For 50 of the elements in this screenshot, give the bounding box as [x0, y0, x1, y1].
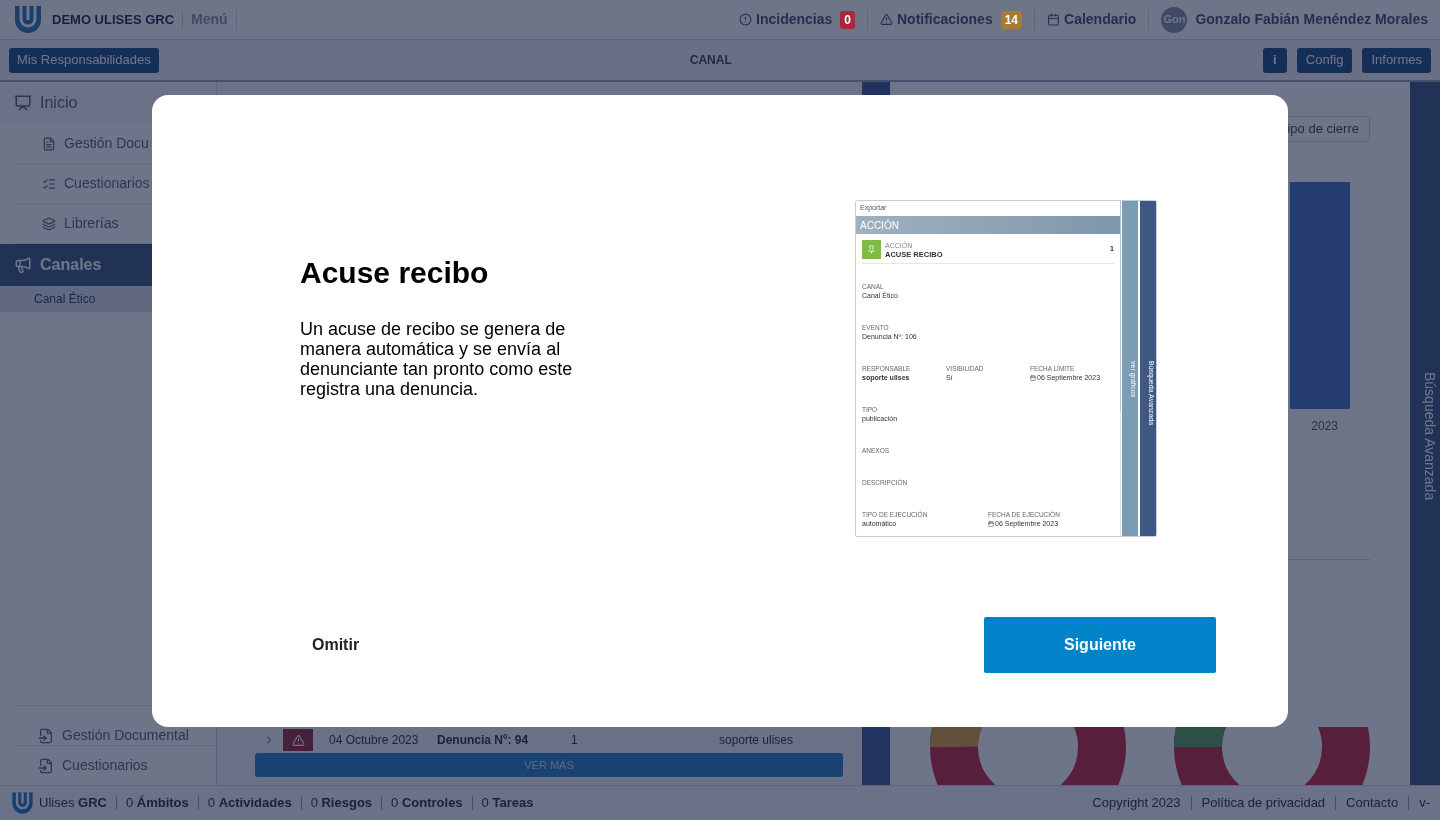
pin-icon: [867, 245, 876, 254]
logo-icon: [12, 3, 44, 36]
logo-icon: [10, 790, 35, 816]
table-cell-text: 1: [571, 732, 579, 749]
layers-icon: [42, 216, 56, 231]
footer-brand: Ulises GRC: [39, 794, 107, 813]
footer-counter[interactable]: 0 Controles: [391, 793, 463, 813]
header-link[interactable]: Calendario: [1047, 9, 1137, 30]
footer-link[interactable]: v-: [1419, 793, 1430, 813]
footer-link[interactable]: Política de privacidad: [1201, 793, 1326, 813]
warning-icon: [291, 733, 305, 747]
responsibilities-button[interactable]: Mis Responsabilidades: [9, 47, 159, 73]
header-link[interactable]: Notificaciones: [880, 9, 993, 30]
dialog-text: Un acuse de recibo se genera de manera automática y se envía al denunciante tan pronto como este registra una denuncia.: [300, 319, 574, 399]
table-cell-text: 04 Octubre 2023: [329, 732, 420, 749]
bar-label: 2023: [1311, 418, 1338, 435]
info-icon: [739, 13, 753, 26]
footer-link[interactable]: Copyright 2023: [1092, 793, 1181, 813]
page-title: CANAL: [688, 52, 733, 69]
info-button[interactable]: i: [1262, 47, 1287, 73]
calendar-icon: [1030, 374, 1036, 381]
brand-name: DEMO ULISES GRC: [52, 10, 175, 29]
section-header: ACCIÓN: [856, 216, 1120, 234]
toolbar-button[interactable]: Config: [1296, 47, 1353, 73]
see-more-button[interactable]: VER MÁS: [255, 753, 843, 777]
document-icon: [38, 727, 54, 744]
table-cell-text: soporte ulises: [719, 732, 794, 749]
advanced-search-tab[interactable]: Búsqueda Avanzada: [1410, 82, 1440, 785]
calendar-icon: [1047, 13, 1061, 26]
dialog-title: Acuse recibo: [300, 255, 490, 291]
footer-counter[interactable]: 0 Riesgos: [310, 793, 373, 813]
document-icon: [38, 757, 54, 774]
header-link[interactable]: Incidencias: [739, 9, 833, 30]
user-name[interactable]: Gonzalo Fabián Menéndez Morales: [1195, 9, 1428, 30]
footer-counter[interactable]: 0 Tareas: [481, 793, 534, 813]
count-badge: 14: [1000, 10, 1023, 29]
footer-counter[interactable]: 0 Actividades: [207, 793, 292, 813]
skip-button[interactable]: Omitir: [312, 627, 360, 663]
toolbar-button[interactable]: Informes: [1362, 47, 1431, 73]
presentation-icon: [14, 94, 32, 112]
document-icon: [42, 136, 56, 151]
calendar-icon: [988, 520, 994, 527]
footer-counter[interactable]: 0 Ámbitos: [125, 793, 189, 813]
table-cell-text: Denuncia Nº: 94: [437, 732, 530, 749]
checklist-icon: [42, 176, 56, 191]
next-button[interactable]: Siguiente: [984, 617, 1216, 673]
megaphone-icon: [14, 256, 32, 274]
warning-icon: [880, 13, 893, 26]
count-badge: 0: [840, 10, 855, 29]
footer-link[interactable]: Contacto: [1346, 793, 1399, 813]
